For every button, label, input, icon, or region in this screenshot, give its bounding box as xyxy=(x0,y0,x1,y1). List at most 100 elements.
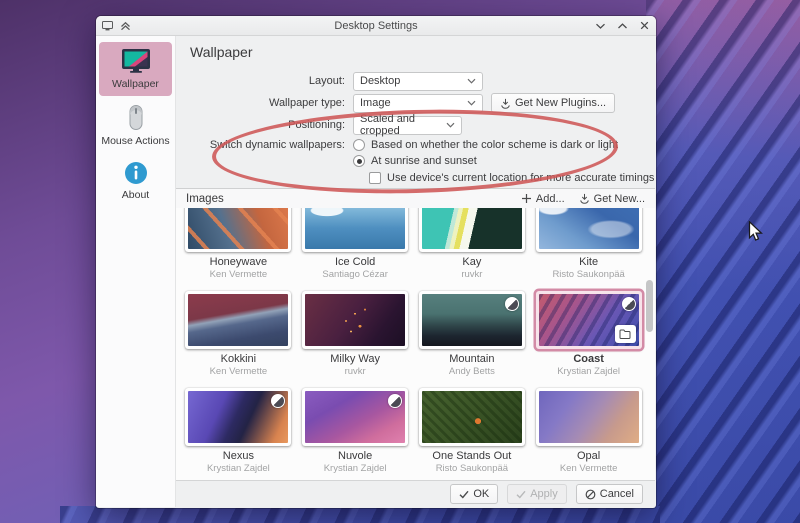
mouse-icon xyxy=(126,104,146,131)
minimize-icon[interactable] xyxy=(594,20,606,32)
get-new-plugins-label: Get New Plugins... xyxy=(515,97,606,109)
chevron-down-icon xyxy=(467,78,476,84)
wallpaper-author: Risto Saukonpää xyxy=(436,463,508,474)
wallpaper-thumbnail xyxy=(305,391,405,443)
chevron-down-icon xyxy=(467,100,476,106)
scrollbar-track[interactable] xyxy=(646,210,654,478)
wallpaper-author: Santiago Cézar xyxy=(322,269,387,280)
wallpaper-author: Krystian Zajdel xyxy=(324,463,387,474)
app-icon xyxy=(102,21,113,31)
positioning-select[interactable]: Scaled and cropped xyxy=(353,116,462,135)
wallpaper-thumbnail xyxy=(539,208,639,249)
wallpaper-name: Kay xyxy=(462,256,481,268)
layout-row: Layout: Desktop xyxy=(176,70,655,92)
wallpaper-name: Kokkini xyxy=(221,353,256,365)
sidebar-item-mouse-actions[interactable]: Mouse Actions xyxy=(99,98,172,153)
layout-select[interactable]: Desktop xyxy=(353,72,483,91)
wallpaper-grid: Honeywave Ken Vermette Ice Cold Santiago… xyxy=(176,208,655,480)
close-icon[interactable] xyxy=(638,20,650,32)
wallpaper-tile[interactable]: Mountain Andy Betts xyxy=(414,291,531,388)
wallpaper-tile[interactable]: One Stands Out Risto Saukonpää xyxy=(414,388,531,480)
plus-icon xyxy=(521,193,532,204)
dynamic-wallpapers-row: Switch dynamic wallpapers: Based on whet… xyxy=(176,136,655,153)
get-new-plugins-button[interactable]: Get New Plugins... xyxy=(491,93,615,113)
wallpaper-tile[interactable]: Ice Cold Santiago Cézar xyxy=(297,208,414,291)
scrollbar-handle[interactable] xyxy=(646,280,653,332)
sidebar-item-label: Mouse Actions xyxy=(101,135,169,147)
radio-sunrise-sunset[interactable] xyxy=(353,155,365,167)
check-icon xyxy=(516,490,526,499)
wallpaper-thumbnail xyxy=(539,391,639,443)
info-icon xyxy=(124,161,148,185)
dialog-footer: OK Apply Cancel xyxy=(176,480,655,507)
location-row: Use device's current location for more a… xyxy=(176,169,655,187)
titlebar[interactable]: Desktop Settings xyxy=(96,16,656,36)
wallpaper-thumbnail xyxy=(305,294,405,346)
checkbox-device-location[interactable] xyxy=(369,172,381,184)
wallpaper-tile[interactable]: Coast Krystian Zajdel xyxy=(530,291,647,388)
positioning-label: Positioning: xyxy=(176,119,345,131)
wallpaper-grid-viewport: Honeywave Ken Vermette Ice Cold Santiago… xyxy=(176,208,655,480)
wallpaper-tile[interactable]: Honeywave Ken Vermette xyxy=(180,208,297,291)
wallpaper-name: Mountain xyxy=(449,353,494,365)
open-containing-folder-button[interactable] xyxy=(615,325,636,343)
dynamic-wallpaper-badge-icon xyxy=(271,394,285,408)
wallpaper-thumbnail xyxy=(422,391,522,443)
radio-color-scheme[interactable] xyxy=(353,139,365,151)
window-title: Desktop Settings xyxy=(96,20,656,32)
wallpaper-author: Krystian Zajdel xyxy=(207,463,270,474)
dynamic-wallpaper-badge-icon xyxy=(505,297,519,311)
wallpaper-thumbnail xyxy=(539,294,639,346)
wallpaper-author: ruvkr xyxy=(345,366,366,377)
wallpaper-type-value: Image xyxy=(360,97,467,109)
wallpaper-name: Ice Cold xyxy=(335,256,375,268)
cancel-button-label: Cancel xyxy=(600,488,634,500)
sidebar-item-about[interactable]: About xyxy=(99,155,172,207)
wallpaper-tile[interactable]: Kay ruvkr xyxy=(414,208,531,291)
wallpaper-author: Ken Vermette xyxy=(560,463,618,474)
wallpaper-type-label: Wallpaper type: xyxy=(176,97,345,109)
download-icon xyxy=(500,98,511,109)
wallpaper-tile[interactable]: Kite Risto Saukonpää xyxy=(530,208,647,291)
add-button[interactable]: Add... xyxy=(521,193,565,205)
wallpaper-tile[interactable]: Milky Way ruvkr xyxy=(297,291,414,388)
sunrise-row: At sunrise and sunset xyxy=(176,153,655,169)
ok-button[interactable]: OK xyxy=(450,484,498,504)
get-new-button[interactable]: Get New... xyxy=(579,193,645,205)
wallpaper-type-select[interactable]: Image xyxy=(353,94,483,113)
wallpaper-thumbnail xyxy=(305,208,405,249)
maximize-icon[interactable] xyxy=(616,20,628,32)
keep-above-icon[interactable] xyxy=(119,20,131,32)
desktop-settings-window: Desktop Settings xyxy=(96,16,656,508)
apply-button[interactable]: Apply xyxy=(507,484,567,504)
chevron-down-icon xyxy=(446,122,455,128)
wallpaper-thumbnail xyxy=(422,294,522,346)
wallpaper-name: Milky Way xyxy=(330,353,380,365)
settings-form: Layout: Desktop Wallpaper type: Image Ge… xyxy=(176,70,655,187)
images-section-header: Images Add... Get New... xyxy=(176,188,655,208)
radio-color-scheme-label[interactable]: Based on whether the color scheme is dar… xyxy=(371,139,618,151)
cancel-button[interactable]: Cancel xyxy=(576,484,643,504)
wallpaper-thumbnail xyxy=(188,294,288,346)
sidebar-item-wallpaper[interactable]: Wallpaper xyxy=(99,42,172,96)
wallpaper-name: Nuvole xyxy=(338,450,372,462)
layout-value: Desktop xyxy=(360,75,467,87)
wallpaper-tile[interactable]: Nexus Krystian Zajdel xyxy=(180,388,297,480)
main-panel: Wallpaper Layout: Desktop Wallpaper type… xyxy=(176,36,655,507)
wallpaper-thumbnail xyxy=(422,208,522,249)
download-icon xyxy=(579,193,590,204)
checkbox-device-location-label[interactable]: Use device's current location for more a… xyxy=(387,172,654,184)
desktop-wallpaper-bottom xyxy=(60,506,660,523)
wallpaper-tile[interactable]: Kokkini Ken Vermette xyxy=(180,291,297,388)
images-section-title: Images xyxy=(186,193,224,205)
positioning-value: Scaled and cropped xyxy=(360,113,446,137)
sidebar-item-label: Wallpaper xyxy=(112,78,159,90)
wallpaper-tile[interactable]: Nuvole Krystian Zajdel xyxy=(297,388,414,480)
dynamic-wallpaper-badge-icon xyxy=(622,297,636,311)
switch-dynamic-label: Switch dynamic wallpapers: xyxy=(176,139,345,151)
wallpaper-tile[interactable]: Opal Ken Vermette xyxy=(530,388,647,480)
wallpaper-thumbnail xyxy=(188,208,288,249)
radio-sunrise-sunset-label[interactable]: At sunrise and sunset xyxy=(371,155,477,167)
positioning-row: Positioning: Scaled and cropped xyxy=(176,114,655,136)
wallpaper-type-row: Wallpaper type: Image Get New Plugins... xyxy=(176,92,655,114)
